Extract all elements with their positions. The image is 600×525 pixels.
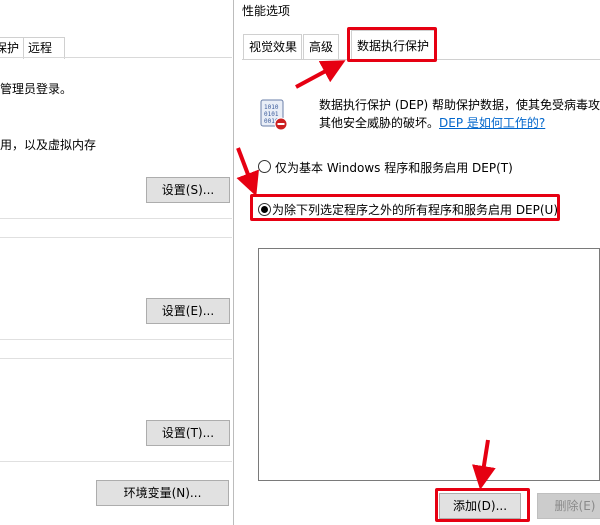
arrow-to-radio xyxy=(236,147,259,197)
arrow-to-dep-tab xyxy=(295,60,346,89)
arrow-to-add xyxy=(472,439,496,490)
annotation-arrows xyxy=(236,60,496,490)
